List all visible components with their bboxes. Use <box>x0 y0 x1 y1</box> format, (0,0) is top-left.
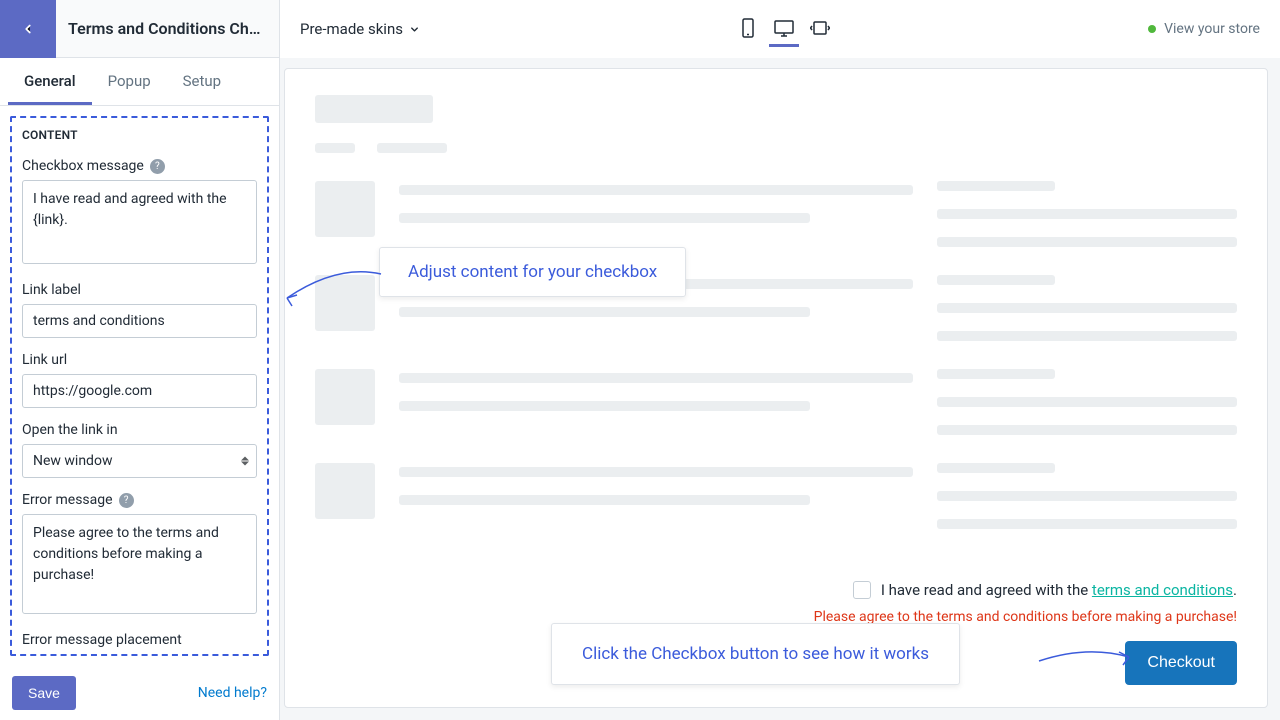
error-message-input[interactable] <box>22 514 257 614</box>
link-url-input[interactable] <box>22 374 257 408</box>
callout-adjust-content: Adjust content for your checkbox <box>379 247 686 297</box>
skeleton <box>315 95 433 123</box>
skeleton <box>937 303 1237 313</box>
device-preview-group <box>733 11 835 47</box>
skeleton <box>399 185 913 195</box>
sidebar-header: Terms and Conditions Ch… <box>0 0 279 58</box>
help-icon[interactable]: ? <box>119 493 134 508</box>
error-message-label: Error message ? <box>22 492 257 508</box>
settings-sidebar: Terms and Conditions Ch… General Popup S… <box>0 0 280 720</box>
skeleton <box>937 331 1237 341</box>
sidebar-footer: Save Need help? <box>0 666 279 720</box>
terms-checkbox[interactable] <box>853 581 871 599</box>
device-mobile-button[interactable] <box>733 11 763 47</box>
skeleton <box>399 401 810 411</box>
content-section-highlight: CONTENT Checkbox message ? Link label Li… <box>10 116 269 656</box>
skeleton <box>399 213 810 223</box>
link-url-label: Link url <box>22 352 257 368</box>
skeleton <box>937 491 1237 501</box>
checkbox-message-input[interactable] <box>22 180 257 264</box>
link-label-label: Link label <box>22 282 257 298</box>
tab-setup[interactable]: Setup <box>167 58 237 105</box>
error-placement-label: Error message placement <box>22 632 257 648</box>
skeleton <box>399 495 810 505</box>
skeleton <box>937 181 1055 191</box>
help-icon[interactable]: ? <box>150 159 165 174</box>
tab-general[interactable]: General <box>8 58 92 105</box>
checkout-button[interactable]: Checkout <box>1125 641 1237 685</box>
device-desktop-button[interactable] <box>769 11 799 47</box>
skeleton <box>315 143 355 153</box>
callout-click-checkbox: Click the Checkbox button to see how it … <box>551 623 960 685</box>
terms-link[interactable]: terms and conditions <box>1092 581 1233 599</box>
chevron-down-icon <box>409 24 420 35</box>
section-heading-content: CONTENT <box>22 128 257 142</box>
skeleton <box>937 397 1237 407</box>
checkbox-message-label: Checkbox message ? <box>22 158 257 174</box>
link-label-input[interactable] <box>22 304 257 338</box>
skeleton <box>937 275 1055 285</box>
open-link-label: Open the link in <box>22 422 257 438</box>
device-fullwidth-button[interactable] <box>805 11 835 47</box>
back-button[interactable] <box>0 0 56 58</box>
arrow-icon <box>277 254 387 314</box>
skeleton <box>399 307 810 317</box>
skeleton <box>399 373 913 383</box>
skeleton <box>937 425 1237 435</box>
view-store-link[interactable]: View your store <box>1148 21 1260 37</box>
skeleton-row <box>315 369 1237 435</box>
chevron-left-icon <box>21 22 35 36</box>
tab-popup[interactable]: Popup <box>92 58 167 105</box>
skeleton <box>937 519 1237 529</box>
main-panel: Pre-made skins View your store <box>280 0 1280 720</box>
skeleton <box>315 369 375 425</box>
skeleton <box>937 463 1055 473</box>
arrow-icon <box>1037 635 1137 675</box>
topbar: Pre-made skins View your store <box>280 0 1280 58</box>
skeleton <box>937 209 1237 219</box>
skeleton <box>937 237 1237 247</box>
need-help-link[interactable]: Need help? <box>198 685 267 701</box>
skeleton-row <box>315 181 1237 247</box>
skeleton <box>937 369 1055 379</box>
save-button[interactable]: Save <box>12 676 76 710</box>
premade-skins-dropdown[interactable]: Pre-made skins <box>300 20 420 38</box>
fullwidth-icon <box>810 20 830 36</box>
skeleton-row <box>315 463 1237 529</box>
terms-checkbox-line: I have read and agreed with the terms an… <box>315 581 1237 599</box>
skeleton <box>377 143 447 153</box>
sidebar-tabs: General Popup Setup <box>0 58 279 106</box>
status-dot-icon <box>1148 25 1156 33</box>
mobile-icon <box>741 18 755 38</box>
preview-canvas: I have read and agreed with the terms an… <box>284 68 1268 708</box>
skeleton <box>399 467 913 477</box>
skeleton <box>315 463 375 519</box>
desktop-icon <box>773 19 795 37</box>
page-title: Terms and Conditions Ch… <box>56 19 279 38</box>
skeleton <box>315 181 375 237</box>
terms-text: I have read and agreed with the terms an… <box>881 581 1237 599</box>
open-link-select[interactable]: New window <box>22 444 257 478</box>
